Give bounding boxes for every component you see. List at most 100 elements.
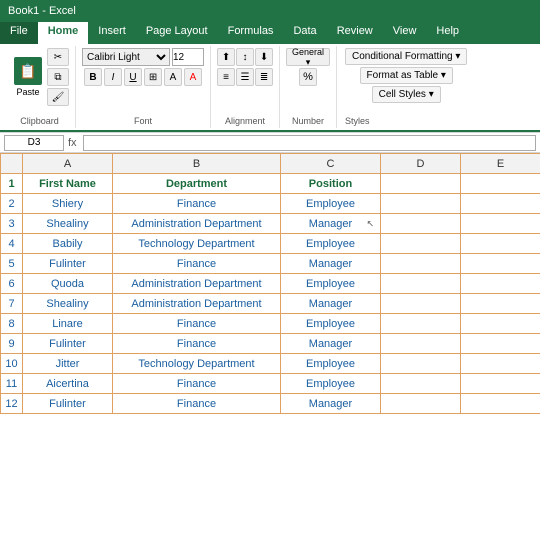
row-number[interactable]: 3 [1, 214, 23, 234]
cell-position[interactable]: Manager↖ [281, 214, 381, 234]
cell-first-name[interactable]: Shealiny [23, 214, 113, 234]
cell-e[interactable] [461, 194, 540, 214]
row-number[interactable]: 8 [1, 314, 23, 334]
cell-department[interactable]: Technology Department [113, 354, 281, 374]
conditional-formatting-button[interactable]: Conditional Formatting ▾ [345, 48, 467, 65]
cell-d[interactable] [381, 234, 461, 254]
cell-d[interactable] [381, 294, 461, 314]
cell-department[interactable]: Finance [113, 194, 281, 214]
row-number[interactable]: 10 [1, 354, 23, 374]
row-number[interactable]: 6 [1, 274, 23, 294]
row-number[interactable]: 2 [1, 194, 23, 214]
cell-first-name[interactable]: Fulinter [23, 254, 113, 274]
align-left-button[interactable]: ≡ [217, 68, 235, 86]
row-number[interactable]: 9 [1, 334, 23, 354]
cell-d[interactable] [381, 314, 461, 334]
cell-d[interactable] [381, 394, 461, 414]
cell-department[interactable]: Finance [113, 394, 281, 414]
cell-first-name[interactable]: Fulinter [23, 394, 113, 414]
name-box[interactable] [4, 135, 64, 151]
row-number[interactable]: 7 [1, 294, 23, 314]
tab-page-layout[interactable]: Page Layout [136, 22, 218, 44]
cell-first-name[interactable]: Babily [23, 234, 113, 254]
row-number[interactable]: 12 [1, 394, 23, 414]
cell-e[interactable] [461, 274, 540, 294]
cell-d[interactable] [381, 254, 461, 274]
cell-department[interactable]: Administration Department [113, 214, 281, 234]
cell-department[interactable]: Administration Department [113, 294, 281, 314]
cell-position[interactable]: Manager [281, 394, 381, 414]
row-number[interactable]: 4 [1, 234, 23, 254]
align-top-button[interactable]: ⬆ [217, 48, 235, 66]
cell-e[interactable] [461, 354, 540, 374]
cell-department[interactable]: Technology Department [113, 234, 281, 254]
cell-e[interactable] [461, 254, 540, 274]
cell-first-name[interactable]: Shealiny [23, 294, 113, 314]
cell-d[interactable] [381, 334, 461, 354]
cell-first-name[interactable]: Linare [23, 314, 113, 334]
format-as-table-button[interactable]: Format as Table ▾ [360, 67, 453, 84]
cell-d[interactable] [381, 354, 461, 374]
cell-position[interactable]: Employee [281, 234, 381, 254]
cell-d[interactable] [381, 194, 461, 214]
italic-button[interactable]: I [104, 68, 122, 86]
tab-home[interactable]: Home [38, 22, 89, 44]
cell-first-name[interactable]: Quoda [23, 274, 113, 294]
cell-position[interactable]: Manager [281, 294, 381, 314]
cell-e[interactable] [461, 374, 540, 394]
cell-position[interactable]: Employee [281, 194, 381, 214]
cell-first-name[interactable]: Fulinter [23, 334, 113, 354]
align-bottom-button[interactable]: ⬇ [255, 48, 273, 66]
cell-position[interactable]: Manager [281, 254, 381, 274]
formula-input[interactable] [83, 135, 536, 151]
bold-button[interactable]: B [84, 68, 102, 86]
tab-file[interactable]: File [0, 22, 38, 44]
align-middle-button[interactable]: ↕ [236, 48, 254, 66]
underline-button[interactable]: U [124, 68, 142, 86]
paste-button[interactable]: 📋 Paste [10, 55, 46, 99]
font-size-input[interactable] [172, 48, 204, 66]
tab-help[interactable]: Help [426, 22, 469, 44]
font-color-button[interactable]: A [184, 68, 202, 86]
cell-e[interactable] [461, 314, 540, 334]
cell-department[interactable]: Finance [113, 314, 281, 334]
cell-department[interactable]: Administration Department [113, 274, 281, 294]
cell-e[interactable] [461, 234, 540, 254]
cell-first-name[interactable]: Jitter [23, 354, 113, 374]
copy-button[interactable]: ⧉ [47, 68, 69, 86]
font-name-select[interactable]: Calibri Light [82, 48, 170, 66]
align-center-button[interactable]: ☰ [236, 68, 254, 86]
border-button[interactable]: ⊞ [144, 68, 162, 86]
cell-position[interactable]: Employee [281, 314, 381, 334]
cell-e[interactable] [461, 334, 540, 354]
number-format-dropdown[interactable]: General ▾ [286, 48, 330, 66]
tab-insert[interactable]: Insert [88, 22, 136, 44]
cell-department[interactable]: Finance [113, 374, 281, 394]
cell-e[interactable] [461, 214, 540, 234]
cell-first-name[interactable]: Aicertina [23, 374, 113, 394]
cell-department[interactable]: Finance [113, 254, 281, 274]
percent-button[interactable]: % [299, 68, 317, 86]
align-right-button[interactable]: ≣ [255, 68, 273, 86]
tab-review[interactable]: Review [327, 22, 383, 44]
format-painter-button[interactable]: 🖌 [47, 88, 69, 106]
cell-d[interactable] [381, 274, 461, 294]
cell-e[interactable] [461, 394, 540, 414]
cell-department[interactable]: Finance [113, 334, 281, 354]
cell-e[interactable] [461, 294, 540, 314]
cell-first-name[interactable]: Shiery [23, 194, 113, 214]
cell-d[interactable] [381, 214, 461, 234]
row-number[interactable]: 11 [1, 374, 23, 394]
tab-data[interactable]: Data [283, 22, 326, 44]
cut-button[interactable]: ✂ [47, 48, 69, 66]
fill-color-button[interactable]: A [164, 68, 182, 86]
cell-position[interactable]: Manager [281, 334, 381, 354]
cell-styles-button[interactable]: Cell Styles ▾ [372, 86, 441, 103]
cell-position[interactable]: Employee [281, 354, 381, 374]
cell-position[interactable]: Employee [281, 274, 381, 294]
cell-position[interactable]: Employee [281, 374, 381, 394]
tab-view[interactable]: View [383, 22, 427, 44]
tab-formulas[interactable]: Formulas [218, 22, 284, 44]
row-number[interactable]: 5 [1, 254, 23, 274]
cell-d[interactable] [381, 374, 461, 394]
